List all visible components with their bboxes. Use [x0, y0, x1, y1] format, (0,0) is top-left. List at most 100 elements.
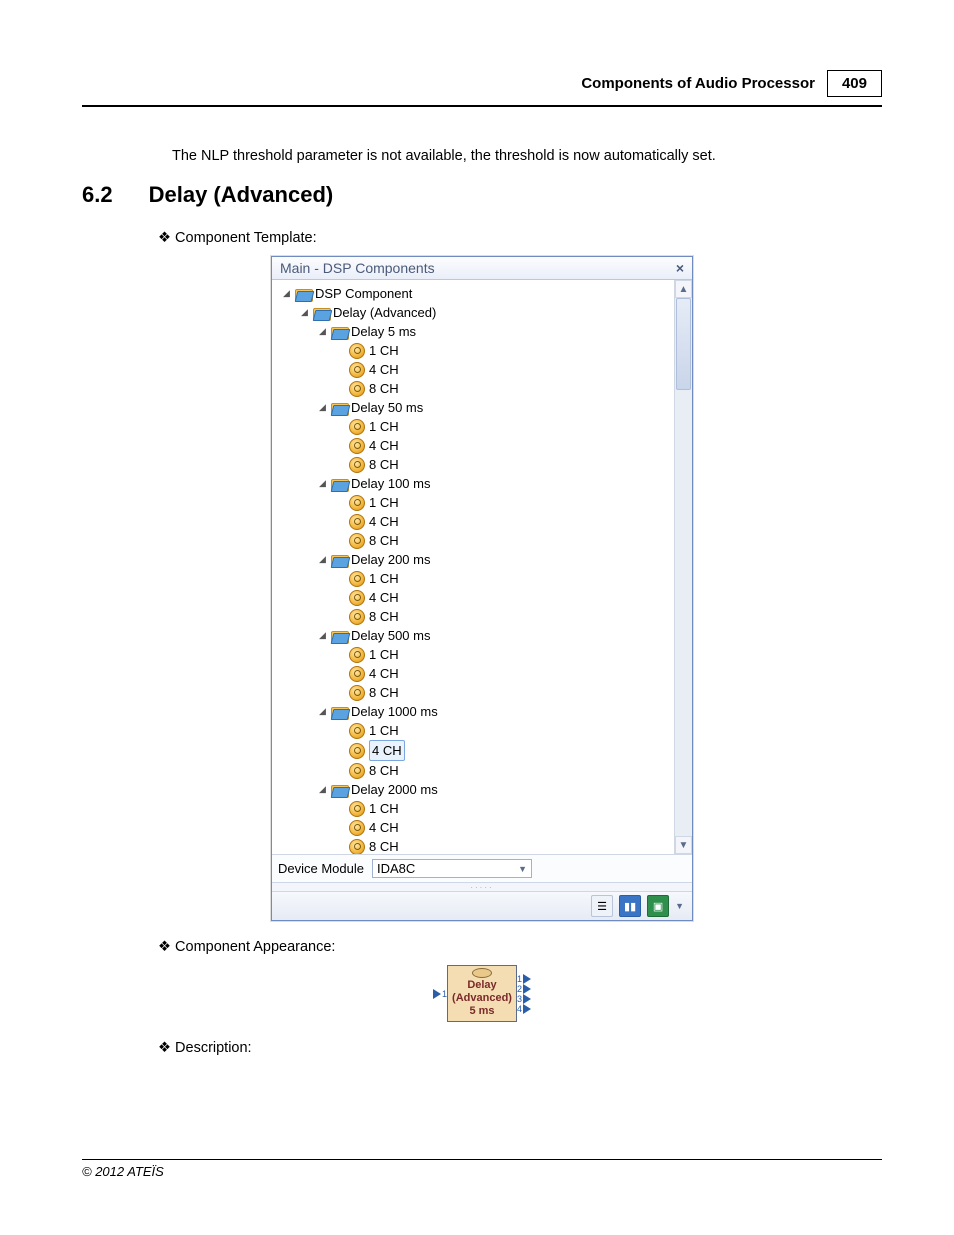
tree-item[interactable]: 4 CH [278, 436, 672, 455]
tree-item-label: 8 CH [369, 837, 399, 854]
tree-spacer [336, 460, 345, 469]
tree-item[interactable]: 1 CH [278, 799, 672, 818]
tree-item[interactable]: ◢ Delay 50 ms [278, 398, 672, 417]
tree-item[interactable]: 4 CH [278, 818, 672, 837]
tree-item[interactable]: ◢ Delay 500 ms [278, 626, 672, 645]
component-tree[interactable]: ◢ DSP Component◢ Delay (Advanced)◢ Delay… [272, 280, 674, 854]
output-port: 2 [517, 984, 531, 994]
tree-item[interactable]: ◢ Delay 2000 ms [278, 780, 672, 799]
tree-item[interactable]: 4 CH [278, 740, 672, 761]
intro-paragraph: The NLP threshold parameter is not avail… [172, 148, 882, 164]
device-module-value: IDA8C [377, 861, 415, 876]
tree-item[interactable]: ◢ Delay 5 ms [278, 322, 672, 341]
tree-item[interactable]: 1 CH [278, 645, 672, 664]
collapse-icon[interactable]: ◢ [318, 479, 327, 488]
component-icon [349, 820, 365, 836]
collapse-icon[interactable]: ◢ [318, 707, 327, 716]
tree-item[interactable]: 4 CH [278, 664, 672, 683]
tree-item[interactable]: ◢ Delay 100 ms [278, 474, 672, 493]
tree-item-label: Delay 50 ms [351, 398, 423, 417]
header-title: Components of Audio Processor [575, 71, 821, 96]
view-thumb-icon[interactable]: ▣ [647, 895, 669, 917]
component-icon [349, 801, 365, 817]
scrollbar[interactable]: ▲ ▼ [674, 280, 692, 854]
tree-item[interactable]: ◢ Delay (Advanced) [278, 303, 672, 322]
tree-item[interactable]: 1 CH [278, 493, 672, 512]
collapse-icon[interactable]: ◢ [300, 308, 309, 317]
input-port-icon [433, 989, 441, 999]
tree-item[interactable]: 1 CH [278, 341, 672, 360]
component-icon [349, 647, 365, 663]
tree-spacer [336, 804, 345, 813]
component-icon [349, 495, 365, 511]
tree-item[interactable]: 8 CH [278, 455, 672, 474]
component-icon [349, 362, 365, 378]
tree-spacer [336, 384, 345, 393]
scroll-up-icon[interactable]: ▲ [675, 280, 692, 298]
collapse-icon[interactable]: ◢ [318, 327, 327, 336]
tree-spacer [336, 688, 345, 697]
tree-item[interactable]: 8 CH [278, 379, 672, 398]
tree-item-label: Delay 100 ms [351, 474, 430, 493]
scroll-thumb[interactable] [676, 298, 691, 390]
tree-item-label: 1 CH [369, 341, 399, 360]
collapse-icon[interactable]: ◢ [282, 289, 291, 298]
output-port: 4 [517, 1004, 531, 1014]
tree-item[interactable]: 8 CH [278, 607, 672, 626]
folder-icon [331, 477, 347, 490]
tree-item[interactable]: 4 CH [278, 512, 672, 531]
close-icon[interactable]: × [676, 260, 684, 276]
tree-item-label: 1 CH [369, 417, 399, 436]
collapse-icon[interactable]: ◢ [318, 403, 327, 412]
tree-spacer [336, 669, 345, 678]
tree-item-label: 4 CH [369, 512, 399, 531]
view-tiles-icon[interactable]: ▮▮ [619, 895, 641, 917]
tree-item-label: 8 CH [369, 607, 399, 626]
collapse-icon[interactable]: ◢ [318, 785, 327, 794]
chevron-down-icon[interactable]: ▼ [675, 901, 684, 911]
tree-item-label: Delay 5 ms [351, 322, 416, 341]
tree-item[interactable]: ◢ DSP Component [278, 284, 672, 303]
tree-item-label: Delay (Advanced) [333, 303, 436, 322]
tree-item[interactable]: 1 CH [278, 569, 672, 588]
tree-item[interactable]: 8 CH [278, 531, 672, 550]
component-icon [349, 514, 365, 530]
tree-item-label: Delay 2000 ms [351, 780, 438, 799]
tree-item[interactable]: 4 CH [278, 360, 672, 379]
tree-item[interactable]: 8 CH [278, 683, 672, 702]
panel-statusbar: ☰ ▮▮ ▣ ▼ [272, 891, 692, 920]
collapse-icon[interactable]: ◢ [318, 555, 327, 564]
device-module-select[interactable]: IDA8C ▼ [372, 859, 532, 878]
output-port-icon [523, 984, 531, 994]
tree-item-label: 4 CH [369, 360, 399, 379]
tree-item-label: 4 CH [369, 588, 399, 607]
tree-item-label: 4 CH [369, 740, 405, 761]
component-line2: (Advanced) [452, 992, 512, 1005]
tree-item[interactable]: 8 CH [278, 837, 672, 854]
component-icon [349, 438, 365, 454]
tree-item[interactable]: 1 CH [278, 721, 672, 740]
tree-spacer [336, 517, 345, 526]
bullet-description: Description: [158, 1040, 882, 1056]
tree-item[interactable]: ◢ Delay 1000 ms [278, 702, 672, 721]
component-icon [349, 666, 365, 682]
component-icon [349, 743, 365, 759]
tree-item[interactable]: ◢ Delay 200 ms [278, 550, 672, 569]
output-port: 1 [517, 974, 531, 984]
component-line3: 5 ms [452, 1005, 512, 1018]
tree-item[interactable]: 8 CH [278, 761, 672, 780]
tree-spacer [336, 536, 345, 545]
bullet-appearance: Component Appearance: [158, 939, 882, 955]
tree-item[interactable]: 1 CH [278, 417, 672, 436]
collapse-icon[interactable]: ◢ [318, 631, 327, 640]
tree-item-label: 4 CH [369, 664, 399, 683]
tree-spacer [336, 422, 345, 431]
resize-grip[interactable]: ····· [272, 882, 692, 891]
scroll-down-icon[interactable]: ▼ [675, 836, 692, 854]
tree-spacer [336, 498, 345, 507]
component-box: Delay (Advanced) 5 ms [447, 965, 517, 1022]
view-list-icon[interactable]: ☰ [591, 895, 613, 917]
tree-item[interactable]: 4 CH [278, 588, 672, 607]
tree-item-label: 8 CH [369, 683, 399, 702]
tree-spacer [336, 593, 345, 602]
